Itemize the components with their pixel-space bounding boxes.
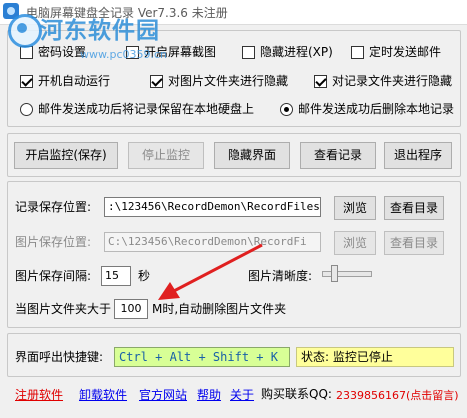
clarity-slider-track[interactable] — [322, 271, 372, 277]
checkbox-box[interactable] — [314, 75, 327, 88]
seconds-unit-label: 秒 — [138, 269, 151, 283]
image-path-label: 图片保存位置: — [15, 235, 92, 249]
radio-label: 邮件发送成功后删除本地记录 — [298, 102, 455, 116]
checkbox-label: 开机自动运行 — [38, 74, 111, 88]
start-monitor-button[interactable]: 开启监控(保存) — [14, 142, 118, 169]
keep-local-radio[interactable]: 邮件发送成功后将记录保留在本地硬盘上 — [20, 101, 254, 117]
record-view-dir-button[interactable]: 查看目录 — [384, 196, 444, 220]
hide-process-checkbox[interactable]: 隐藏进程(XP) — [242, 44, 333, 60]
radio-label: 邮件发送成功后将记录保留在本地硬盘上 — [38, 102, 255, 116]
checkbox-box[interactable] — [20, 75, 33, 88]
checkbox-box[interactable] — [150, 75, 163, 88]
qq-contact-link[interactable]: 2339856167(点击留言) — [336, 387, 459, 403]
record-path-label: 记录保存位置: — [15, 200, 92, 214]
hotkey-input[interactable]: Ctrl + Alt + Shift + K — [114, 347, 290, 367]
website-link[interactable]: 官方网站 — [139, 386, 187, 403]
checkbox-label: 定时发送邮件 — [369, 45, 442, 59]
checkbox-label: 对记录文件夹进行隐藏 — [332, 74, 453, 88]
delete-local-radio[interactable]: 邮件发送成功后删除本地记录 — [280, 101, 454, 117]
checkbox-box[interactable] — [351, 46, 364, 59]
autodelete-prefix-label: 当图片文件夹大于 — [15, 302, 112, 316]
image-interval-label: 图片保存间隔: — [15, 269, 92, 283]
watermark-url: www.pc0359.cn — [80, 48, 168, 61]
checkbox-label: 密码设置 — [38, 45, 87, 59]
radio-circle[interactable] — [280, 103, 293, 116]
watermark-site-name: 河东软件园 — [40, 18, 160, 44]
register-link[interactable]: 注册软件 — [15, 386, 63, 403]
annotation-arrow-icon — [158, 243, 263, 300]
hide-record-folder-checkbox[interactable]: 对记录文件夹进行隐藏 — [314, 73, 452, 89]
record-browse-button[interactable]: 浏览 — [334, 196, 376, 220]
checkbox-label: 对图片文件夹进行隐藏 — [168, 74, 289, 88]
purchase-qq-label: 购买联系QQ: — [261, 387, 332, 401]
checkbox-label: 隐藏进程(XP) — [260, 45, 333, 59]
record-path-input[interactable]: :\123456\RecordDemon\RecordFiles — [104, 197, 321, 217]
schedule-email-checkbox[interactable]: 定时发送邮件 — [351, 44, 441, 60]
clarity-slider-thumb[interactable] — [330, 265, 338, 282]
hide-ui-button[interactable]: 隐藏界面 — [214, 142, 290, 169]
hide-image-folder-checkbox[interactable]: 对图片文件夹进行隐藏 — [150, 73, 288, 89]
view-records-button[interactable]: 查看记录 — [300, 142, 376, 169]
help-link[interactable]: 帮助 — [197, 386, 221, 403]
watermark-logo-icon — [8, 14, 42, 48]
radio-circle[interactable] — [20, 103, 33, 116]
uninstall-link[interactable]: 卸载软件 — [79, 386, 127, 403]
exit-button[interactable]: 退出程序 — [384, 142, 452, 169]
autodelete-size-input[interactable]: 100 — [114, 299, 148, 319]
image-interval-input[interactable]: 15 — [101, 266, 131, 286]
stop-monitor-button[interactable]: 停止监控 — [128, 142, 204, 169]
image-browse-button[interactable]: 浏览 — [334, 231, 376, 255]
about-link[interactable]: 关于 — [230, 386, 254, 403]
checkbox-box[interactable] — [242, 46, 255, 59]
hotkey-label: 界面呼出快捷键: — [15, 350, 104, 364]
image-view-dir-button[interactable]: 查看目录 — [384, 231, 444, 255]
autostart-checkbox[interactable]: 开机自动运行 — [20, 73, 110, 89]
monitor-status: 状态: 监控已停止 — [296, 347, 454, 367]
checkbox-box[interactable] — [20, 46, 33, 59]
